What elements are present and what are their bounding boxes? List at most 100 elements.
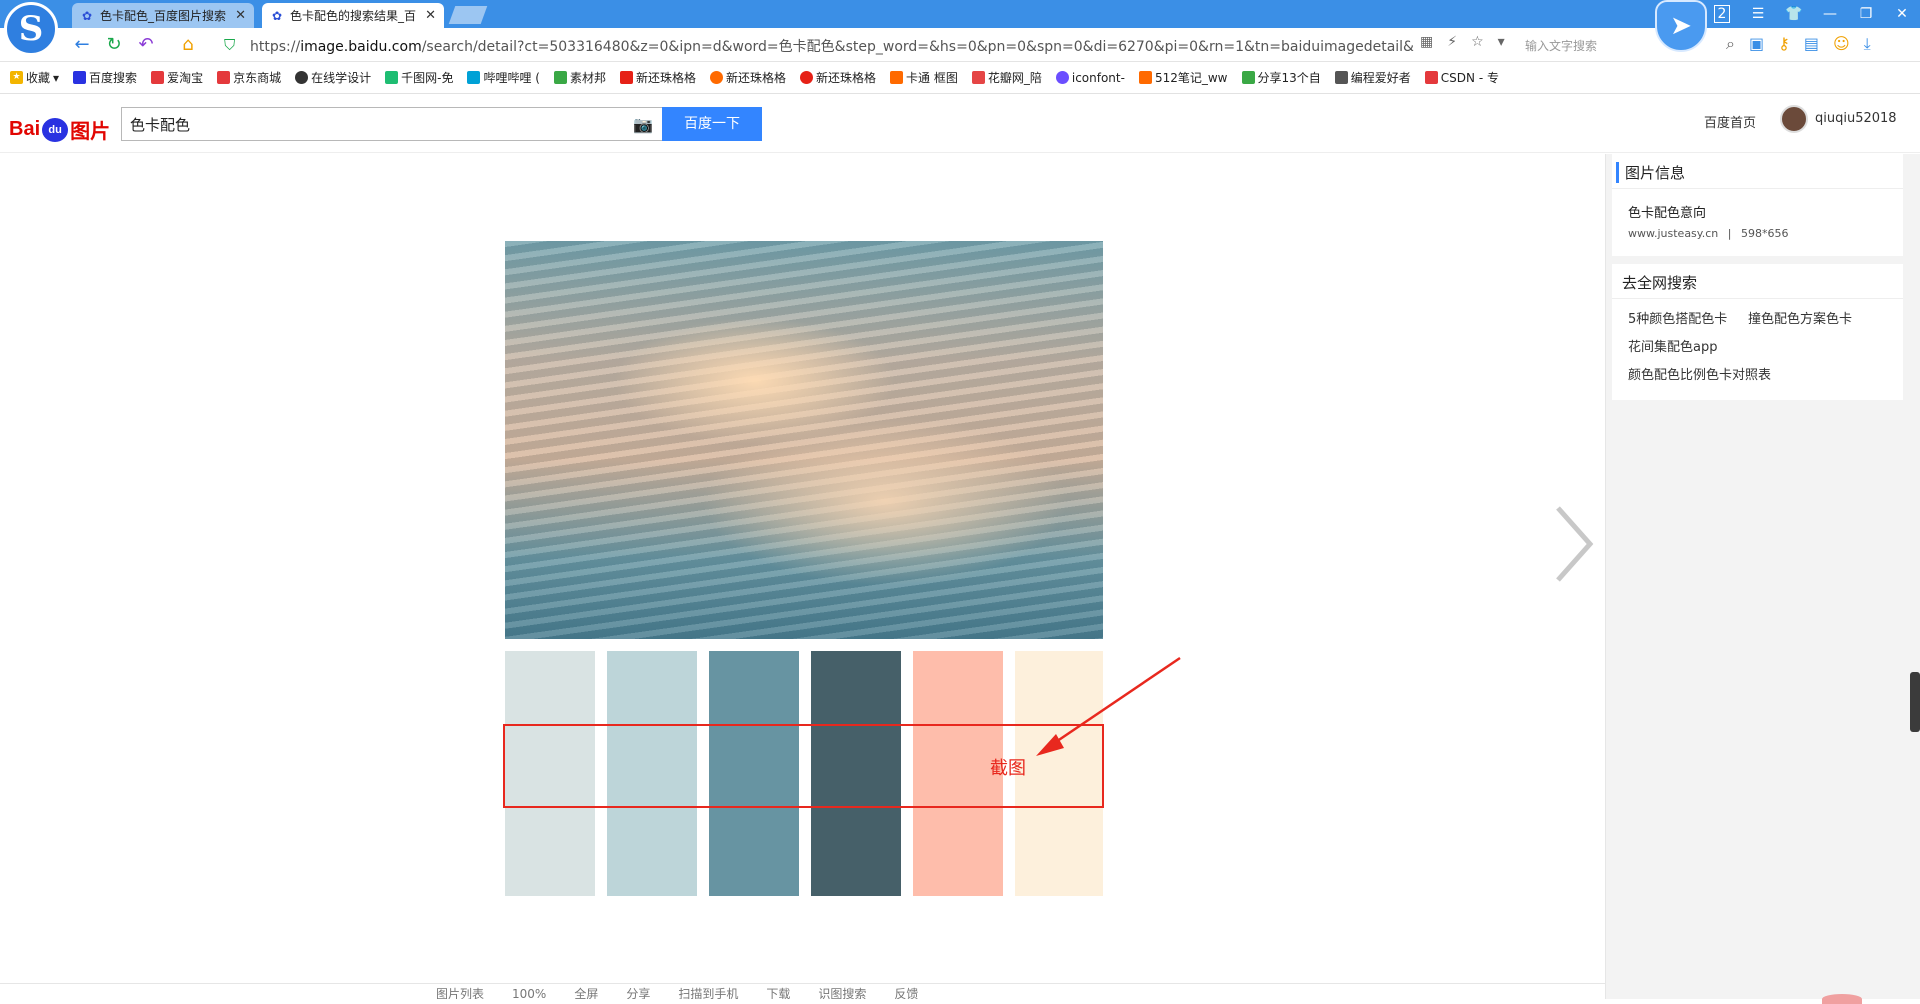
web-search-title: 去全网搜索	[1622, 274, 1698, 292]
baidu-image-logo[interactable]: Bai du 图片	[9, 115, 110, 144]
toolbar-item[interactable]: 分享	[626, 984, 650, 999]
bookmark-favicon	[1055, 71, 1069, 84]
close-icon[interactable]: ✕	[425, 8, 436, 23]
toolbar-item[interactable]: 扫描到手机	[678, 984, 738, 999]
key-icon[interactable]: ⚷	[1778, 34, 1790, 54]
toolbar-item[interactable]: 图片列表	[436, 984, 484, 999]
tab-count-icon[interactable]: 2	[1704, 5, 1740, 23]
related-search-link[interactable]: 花间集配色app	[1628, 336, 1717, 355]
toolbar-item[interactable]: 100%	[512, 984, 546, 999]
minimize-icon[interactable]: —	[1812, 6, 1848, 22]
back-icon[interactable]: ←	[72, 35, 92, 55]
meta-separator: |	[1727, 227, 1732, 240]
tab-title: 色卡配色_百度图片搜索	[100, 9, 227, 23]
annotation-arrow	[1036, 656, 1181, 756]
bookmark-item[interactable]: 素材邦	[553, 69, 606, 86]
bookmark-favicon	[217, 71, 231, 84]
url-field[interactable]: https://image.baidu.com/search/detail?ct…	[250, 36, 1415, 56]
bookmark-favicon	[553, 71, 567, 84]
next-image-arrow[interactable]	[1552, 504, 1596, 584]
bookmark-item[interactable]: 百度搜索	[73, 69, 137, 86]
bookmark-item[interactable]: 千图网-免	[385, 69, 453, 86]
tab-active[interactable]: ✿ 色卡配色的搜索结果_百 ✕	[262, 3, 444, 28]
bookmark-favicon	[619, 71, 633, 84]
bookmark-item[interactable]: 512笔记_ww	[1138, 69, 1228, 86]
home-link[interactable]: 百度首页	[1704, 112, 1756, 131]
bookmark-favicon	[890, 71, 904, 84]
home-icon[interactable]: ⌂	[178, 35, 198, 55]
bookmark-item[interactable]: ★ 收藏 ▾	[10, 69, 59, 86]
related-search-link[interactable]: 撞色配色方案色卡	[1748, 308, 1852, 327]
bookmark-item[interactable]: 新还珠格格	[709, 69, 786, 86]
extension-icon[interactable]: ▣	[1749, 34, 1764, 54]
toolbar-item[interactable]: 反馈	[894, 984, 918, 999]
web-search-card: 去全网搜索 5种颜色搭配色卡 撞色配色方案色卡 花间集配色app 颜色配色比例色…	[1612, 264, 1903, 400]
smile-icon[interactable]: ☺	[1833, 34, 1850, 54]
avatar[interactable]	[1780, 105, 1808, 133]
baidu-header: Baidu图片 📷 百度一下 百度首页 qiuqiu52018	[0, 95, 1920, 153]
toolbar-item[interactable]: 下载	[766, 984, 790, 999]
bookmark-item[interactable]: 新还珠格格	[800, 69, 876, 86]
camera-icon[interactable]: 📷	[633, 115, 653, 134]
bookmark-favicon	[151, 71, 165, 84]
related-search-link[interactable]: 5种颜色搭配色卡	[1628, 308, 1727, 327]
close-window-icon[interactable]: ✕	[1884, 6, 1920, 22]
skin-icon[interactable]: 👕	[1776, 6, 1812, 22]
bookmark-item[interactable]: 卡通 框图	[890, 69, 958, 86]
scrollbar-handle[interactable]	[1910, 672, 1920, 732]
restore-icon[interactable]: ❐	[1848, 6, 1884, 22]
bookmark-item[interactable]: 京东商城	[217, 69, 281, 86]
bookmark-favicon	[467, 71, 481, 84]
bookmark-item[interactable]: 分享13个自	[1241, 69, 1321, 86]
bookmark-item[interactable]: 编程爱好者	[1334, 69, 1411, 86]
image-info-card: 图片信息 色卡配色意向 www.justeasy.cn | 598*656	[1612, 154, 1903, 256]
right-panel: 图片信息 色卡配色意向 www.justeasy.cn | 598*656 去全…	[1605, 154, 1920, 999]
star-icon[interactable]: ☆	[1471, 34, 1484, 50]
bookmark-item[interactable]: iconfont-	[1055, 71, 1125, 85]
tab-title: 色卡配色的搜索结果_百	[290, 9, 417, 23]
baidu-paw-icon: ✿	[81, 8, 93, 23]
bookmark-item[interactable]: 爱淘宝	[151, 69, 203, 86]
grid-icon[interactable]: ▦	[1420, 34, 1433, 50]
bookmark-item[interactable]: CSDN - 专	[1424, 69, 1499, 86]
chevron-down-icon[interactable]: ▾	[1498, 34, 1505, 50]
translate-icon[interactable]: ▤	[1804, 34, 1819, 54]
image-source-link[interactable]: www.justeasy.cn	[1628, 227, 1718, 240]
bookmark-favicon	[1241, 71, 1255, 84]
image-info-title: 图片信息	[1616, 162, 1685, 183]
bookmark-favicon	[295, 71, 309, 84]
search-input[interactable]	[128, 113, 608, 135]
toolbar-item[interactable]: 识图搜索	[818, 984, 866, 999]
water-photo[interactable]	[505, 241, 1103, 639]
image-name: 色卡配色意向	[1628, 206, 1707, 221]
secure-shield-icon: ⛉	[224, 36, 236, 54]
search-button[interactable]: 百度一下	[662, 107, 762, 141]
new-tab-button[interactable]	[448, 6, 488, 24]
username[interactable]: qiuqiu52018	[1815, 111, 1897, 126]
related-search-link[interactable]: 颜色配色比例色卡对照表	[1628, 364, 1771, 383]
browser-logo[interactable]: S	[4, 2, 58, 56]
address-actions: ▦ ⚡ ☆ ▾	[1420, 34, 1505, 50]
bookmark-favicon	[1334, 71, 1348, 84]
bird-logo[interactable]: ➤	[1655, 0, 1707, 52]
undo-icon[interactable]: ↶	[136, 35, 156, 55]
address-search-input[interactable]: 输入文字搜索	[1525, 37, 1597, 54]
close-icon[interactable]: ✕	[235, 8, 246, 23]
bookmark-favicon	[1424, 71, 1438, 84]
tab-inactive[interactable]: ✿ 色卡配色_百度图片搜索 ✕	[72, 3, 254, 28]
bookmark-item[interactable]: 在线学设计	[295, 69, 371, 86]
baidu-paw-icon: ✿	[271, 8, 283, 23]
download-icon[interactable]: ⤓	[1864, 34, 1871, 54]
search-icon[interactable]: ⌕	[1726, 34, 1735, 54]
menu-icon[interactable]: ☰	[1740, 6, 1776, 22]
url-prefix: https://	[250, 39, 301, 55]
lightning-icon[interactable]: ⚡	[1447, 34, 1457, 50]
search-box: 📷	[121, 107, 663, 141]
bookmark-item[interactable]: 新还珠格格	[619, 69, 696, 86]
bookmarks-bar: ★ 收藏 ▾ 百度搜索 爱淘宝 京东商城 在线学设计 千图网-免 哔哩哔哩 ( 素…	[0, 62, 1920, 94]
bookmark-item[interactable]: 花瓣网_陪	[971, 69, 1042, 86]
toolbar-item[interactable]: 全屏	[574, 984, 598, 999]
bookmark-item[interactable]: 哔哩哔哩 (	[467, 69, 540, 86]
address-bar: ← ↻ ↶ ⌂ ⛉ https://image.baidu.com/search…	[0, 28, 1920, 62]
refresh-icon[interactable]: ↻	[104, 35, 124, 55]
